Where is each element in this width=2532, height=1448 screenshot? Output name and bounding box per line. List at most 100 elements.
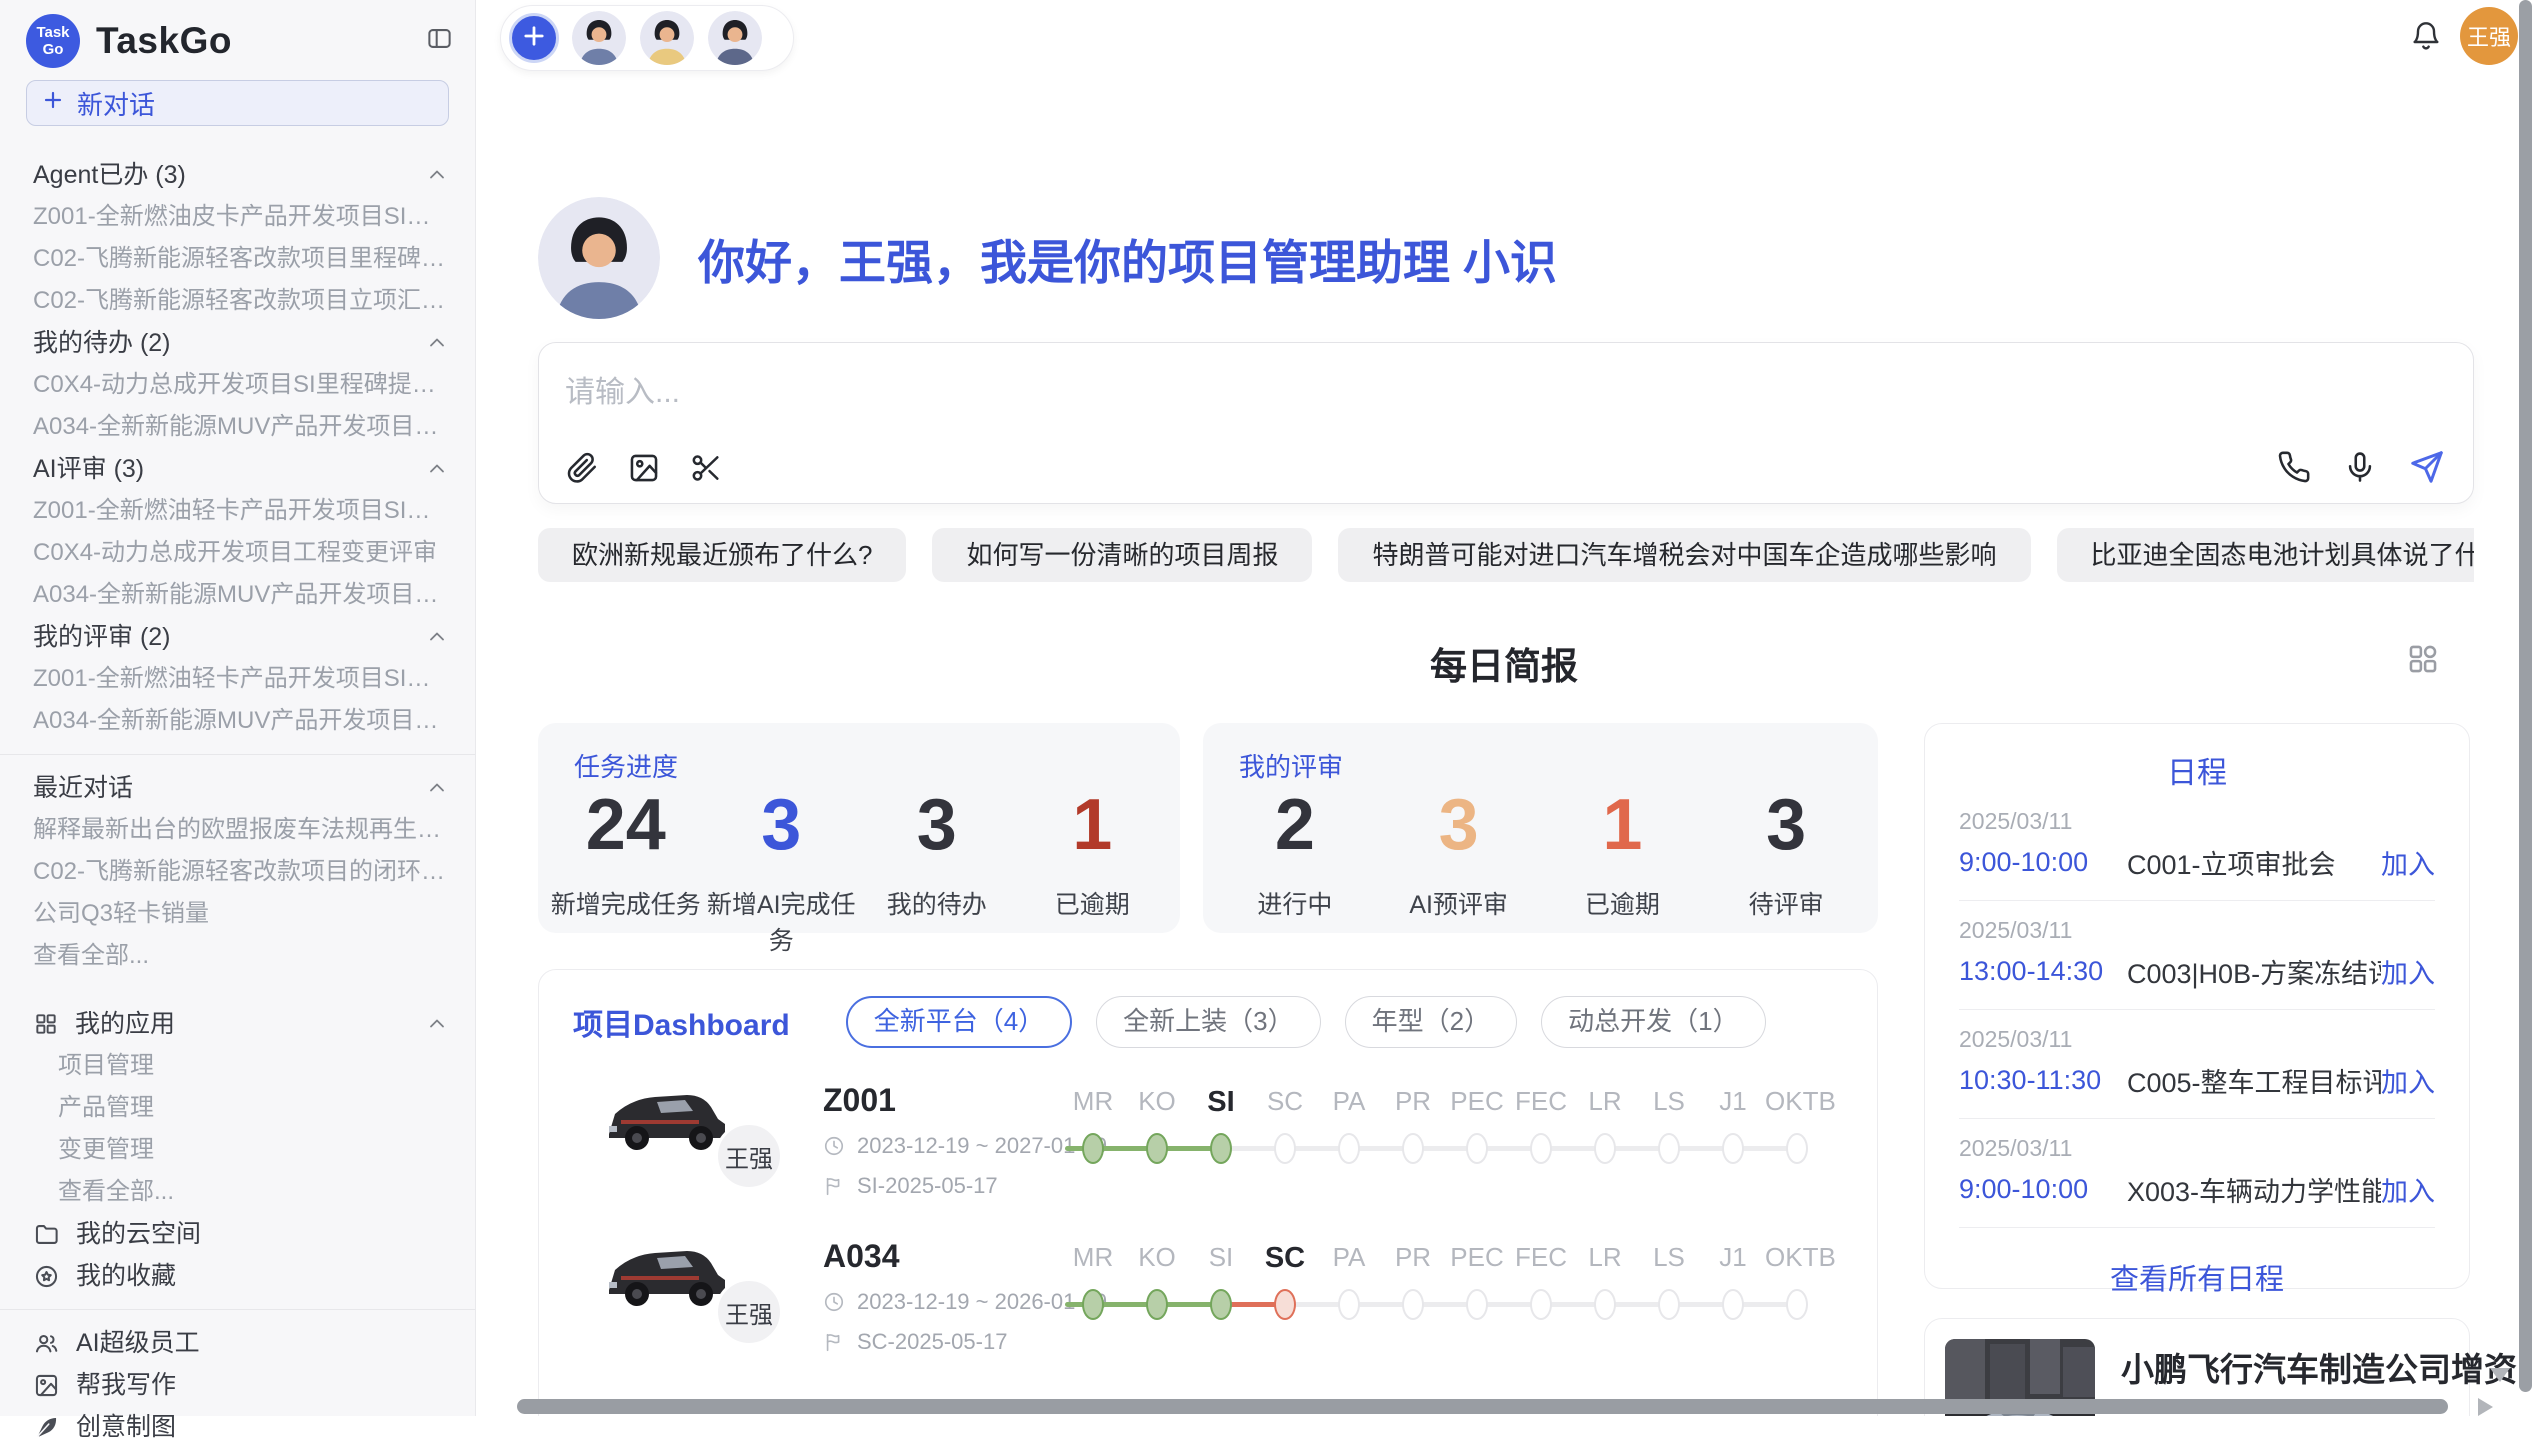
- flag-icon: [823, 1175, 845, 1197]
- vertical-scrollbar[interactable]: [2519, 0, 2532, 1392]
- chat-input[interactable]: [565, 367, 2447, 431]
- sidebar-list: Agent已办 (3)Z001-全新燃油皮卡产品开发项目SI节点Lesson L…: [0, 154, 475, 1448]
- milestone-label: PA: [1317, 1086, 1381, 1119]
- recent-chat-item[interactable]: 公司Q3轻卡销量: [0, 893, 475, 935]
- sidebar-item[interactable]: Z001-全新燃油皮卡产品开发项目SI节点Lesson Learn报告: [0, 196, 475, 238]
- app-item[interactable]: 产品管理: [0, 1087, 475, 1129]
- section-title: 最近对话: [33, 767, 133, 809]
- sidebar-item[interactable]: Z001-全新燃油轻卡产品开发项目SI节点属性5D文件评审: [0, 658, 475, 700]
- sidebar-section-header[interactable]: 我的应用: [0, 1003, 475, 1045]
- bell-icon[interactable]: [2410, 20, 2442, 57]
- sidebar-item-creative-draw[interactable]: 创意制图: [0, 1406, 475, 1448]
- agent-avatar[interactable]: [640, 11, 694, 65]
- image-icon[interactable]: [627, 451, 661, 485]
- schedule-event-title: C005-整车工程目标评审: [2127, 1061, 2381, 1100]
- sidebar-item-cloud[interactable]: 我的云空间: [0, 1213, 475, 1255]
- logo-text-bottom: Go: [43, 41, 64, 58]
- row-label: 创意制图: [76, 1406, 176, 1448]
- join-link[interactable]: 加入: [2381, 1061, 2435, 1100]
- logo-row: Task Go TaskGo: [0, 0, 475, 68]
- milestone-label: J1: [1701, 1242, 1765, 1275]
- milestone-dot: [1722, 1133, 1744, 1164]
- filter-chip[interactable]: 年型（2）: [1345, 996, 1517, 1048]
- sidebar-item[interactable]: C02-飞腾新能源轻客改款项目立项汇报方案: [0, 280, 475, 322]
- view-all-schedule-link[interactable]: 查看所有日程: [1959, 1256, 2435, 1298]
- sidebar-item-favorites[interactable]: 我的收藏: [0, 1255, 475, 1297]
- stat-label: 已逾期: [1015, 885, 1171, 921]
- send-icon[interactable]: [2409, 449, 2445, 485]
- sidebar-item-ai-staff[interactable]: AI超级员工: [0, 1322, 475, 1364]
- agent-avatar[interactable]: [708, 11, 762, 65]
- milestone-timeline: MRKOSISCPAPRPECFECLRLSJ1OKTB: [1061, 1066, 1851, 1167]
- schedule-time: 10:30-11:30: [1959, 1065, 2127, 1096]
- phone-icon[interactable]: [2277, 450, 2311, 484]
- scroll-right-arrow[interactable]: [2478, 1398, 2493, 1416]
- suggestion-chip[interactable]: 欧洲新规最近颁布了什么?: [538, 528, 906, 582]
- new-chat-button[interactable]: 新对话: [26, 80, 449, 126]
- join-link[interactable]: 加入: [2381, 1170, 2435, 1209]
- recent-chat-item[interactable]: 解释最新出台的欧盟报废车法规再生塑料比例被调至15%...: [0, 809, 475, 851]
- stat-value: 2: [1213, 789, 1377, 861]
- suggestion-chip[interactable]: 特朗普可能对进口汽车增税会对中国车企造成哪些影响: [1338, 528, 2030, 582]
- sidebar-section-header[interactable]: 我的待办 (2): [0, 322, 475, 364]
- sidebar-item[interactable]: Z001-全新燃油轻卡产品开发项目SI造型提交物评审: [0, 490, 475, 532]
- chevron-up-icon[interactable]: [425, 331, 449, 355]
- dashboard-filters: 全新平台（4） 全新上装（3） 年型（2） 动总开发（1）: [846, 996, 1766, 1048]
- sidebar-item-writing[interactable]: 帮我写作: [0, 1364, 475, 1406]
- app-item[interactable]: 查看全部...: [0, 1171, 475, 1213]
- suggestion-chip[interactable]: 比亚迪全固态电池计划具体说了什么: [2057, 528, 2475, 582]
- filter-chip[interactable]: 全新上装（3）: [1096, 996, 1320, 1048]
- sidebar-section-header[interactable]: 我的评审 (2): [0, 616, 475, 658]
- recent-chat-item[interactable]: C02-飞腾新能源轻客改款项目的闭环通告反馈情况: [0, 851, 475, 893]
- project-milestone-date: SC-2025-05-17: [823, 1329, 1107, 1355]
- sidebar-toggle-icon[interactable]: [426, 25, 453, 57]
- daily-brief-title: 每日简报: [476, 636, 2532, 690]
- chevron-up-icon[interactable]: [425, 625, 449, 649]
- agent-avatar[interactable]: [572, 11, 626, 65]
- sidebar-item[interactable]: A034-全新新能源MUV产品开发项目计划变更表编写: [0, 406, 475, 448]
- suggestion-chip[interactable]: 如何写一份清晰的项目周报: [932, 528, 1312, 582]
- sidebar-item[interactable]: C0X4-动力总成开发项目SI里程碑提交物检查: [0, 364, 475, 406]
- project-milestone-date: SI-2025-05-17: [823, 1173, 1107, 1199]
- chevron-up-icon[interactable]: [425, 776, 449, 800]
- greeting-text: 你好，王强，我是你的项目管理助理 小识: [698, 224, 1557, 293]
- horizontal-scrollbar[interactable]: [517, 1399, 2448, 1414]
- dashboard-header: 项目Dashboard 全新平台（4）全新上装（3）年型（2）动总开发（1）: [539, 970, 1877, 1048]
- sidebar-section-header[interactable]: AI评审 (3): [0, 448, 475, 490]
- schedule-row: 9:00-10:00C001-立项审批会加入: [1959, 843, 2435, 901]
- scroll-down-arrow[interactable]: [2490, 1368, 2510, 1382]
- schedule-title: 日程: [1959, 748, 2435, 792]
- add-agent-button[interactable]: [509, 13, 559, 63]
- sidebar-item[interactable]: A034-全新新能源MUV产品开发项目法规符合性评审: [0, 574, 475, 616]
- milestone-dot: [1402, 1289, 1424, 1320]
- chevron-up-icon[interactable]: [425, 1012, 449, 1036]
- chevron-up-icon[interactable]: [425, 457, 449, 481]
- sidebar: Task Go TaskGo 新对话 Agent已办 (3)Z001-全新燃油皮…: [0, 0, 476, 1416]
- scissors-icon[interactable]: [689, 451, 723, 485]
- sidebar-item[interactable]: C02-飞腾新能源轻客改款项目里程碑画布: [0, 238, 475, 280]
- mic-icon[interactable]: [2343, 450, 2377, 484]
- stat-cell: 3待评审: [1704, 789, 1868, 921]
- sidebar-item[interactable]: A034-全新新能源MUV产品开发项目造型可行性评审: [0, 700, 475, 742]
- milestone-label: PEC: [1445, 1242, 1509, 1275]
- join-link[interactable]: 加入: [2381, 952, 2435, 991]
- grid-layout-icon[interactable]: [2406, 642, 2440, 681]
- app-item[interactable]: 项目管理: [0, 1045, 475, 1087]
- card-title: 任务进度: [574, 747, 678, 784]
- join-link[interactable]: 加入: [2381, 843, 2435, 882]
- sidebar-section-header[interactable]: 最近对话: [0, 767, 475, 809]
- user-avatar[interactable]: 王强: [2460, 7, 2518, 65]
- app-item[interactable]: 变更管理: [0, 1129, 475, 1171]
- chevron-up-icon[interactable]: [425, 163, 449, 187]
- filter-chip[interactable]: 动总开发（1）: [1541, 996, 1765, 1048]
- sidebar-item[interactable]: C0X4-动力总成开发项目工程变更评审: [0, 532, 475, 574]
- sidebar-section-header[interactable]: Agent已办 (3): [0, 154, 475, 196]
- milestone-label: SC: [1253, 1086, 1317, 1119]
- filter-chip[interactable]: 全新平台（4）: [846, 996, 1072, 1048]
- app-logo: Task Go: [26, 14, 80, 68]
- paperclip-icon[interactable]: [565, 451, 599, 485]
- stat-value: 3: [859, 789, 1015, 861]
- schedule-event-title: X003-车辆动力学性能验...: [2127, 1170, 2381, 1209]
- view-all-chats-link[interactable]: 查看全部...: [0, 935, 475, 977]
- milestone-labels: MRKOSISCPAPRPECFECLRLSJ1OKTB: [1061, 1086, 1851, 1119]
